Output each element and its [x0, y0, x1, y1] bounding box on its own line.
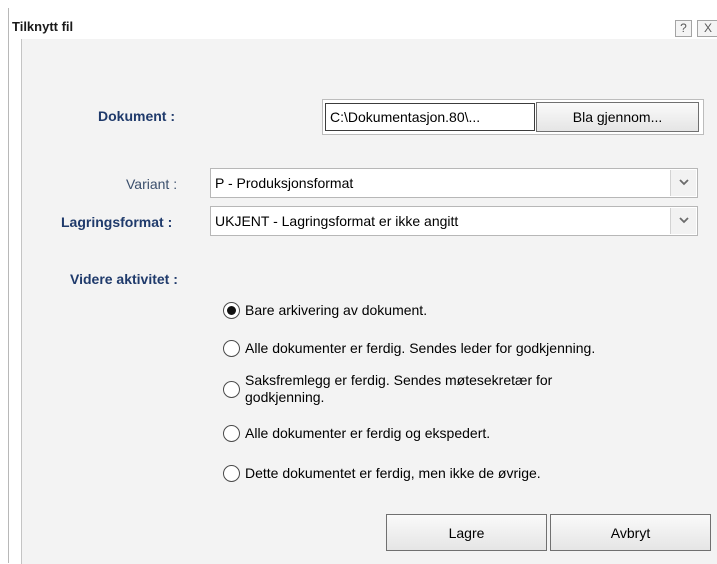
variant-dropdown-button[interactable]: [670, 170, 696, 196]
activity-option-label-line1: Saksfremlegg er ferdig. Sendes møtesekre…: [245, 372, 553, 388]
dialog-content: Dokument : C:\Dokumentasjon.80\... Bla g…: [21, 39, 717, 564]
storage-format-value: UKJENT - Lagringsformat er ikke angitt: [215, 213, 459, 229]
title-bar: Tilknytt fil ? X: [9, 8, 717, 39]
document-label: Dokument :: [98, 108, 175, 124]
variant-select[interactable]: P - Produksjonsformat: [210, 168, 698, 198]
activity-option-label: Alle dokumenter er ferdig og ekspedert.: [245, 425, 491, 441]
chevron-down-icon: [679, 179, 689, 186]
activity-option-label: Bare arkivering av dokument.: [245, 302, 428, 318]
activity-option-label: Alle dokumenter er ferdig. Sendes leder …: [245, 340, 596, 356]
variant-label: Variant :: [126, 176, 178, 192]
cancel-button[interactable]: Avbryt: [550, 514, 711, 551]
chevron-down-icon: [679, 217, 689, 224]
radio-button[interactable]: [223, 425, 240, 442]
variant-value: P - Produksjonsformat: [215, 175, 354, 191]
storage-format-select[interactable]: UKJENT - Lagringsformat er ikke angitt: [210, 206, 698, 236]
next-activity-label: Videre aktivitet :: [70, 271, 178, 287]
attach-file-dialog: Tilknytt fil ? X Dokument : C:\Dokumenta…: [8, 8, 717, 564]
save-button[interactable]: Lagre: [386, 514, 547, 551]
close-icon[interactable]: X: [697, 20, 717, 37]
radio-button[interactable]: [223, 340, 240, 357]
dialog-title: Tilknytt fil: [12, 19, 74, 34]
browse-button[interactable]: Bla gjennom...: [536, 102, 699, 132]
radio-button[interactable]: [223, 465, 240, 482]
document-path-input[interactable]: C:\Dokumentasjon.80\...: [325, 103, 535, 131]
radio-button[interactable]: [223, 381, 240, 398]
activity-option-label-line2: godkjenning.: [245, 389, 325, 405]
activity-option-label: Dette dokumentet er ferdig, men ikke de …: [245, 465, 541, 481]
help-icon[interactable]: ?: [675, 20, 692, 37]
storage-format-label: Lagringsformat :: [61, 214, 173, 230]
radio-selected-dot: [227, 306, 236, 315]
document-field: C:\Dokumentasjon.80\... Bla gjennom...: [322, 99, 704, 135]
storage-format-dropdown-button[interactable]: [670, 208, 696, 234]
radio-button[interactable]: [223, 302, 240, 319]
